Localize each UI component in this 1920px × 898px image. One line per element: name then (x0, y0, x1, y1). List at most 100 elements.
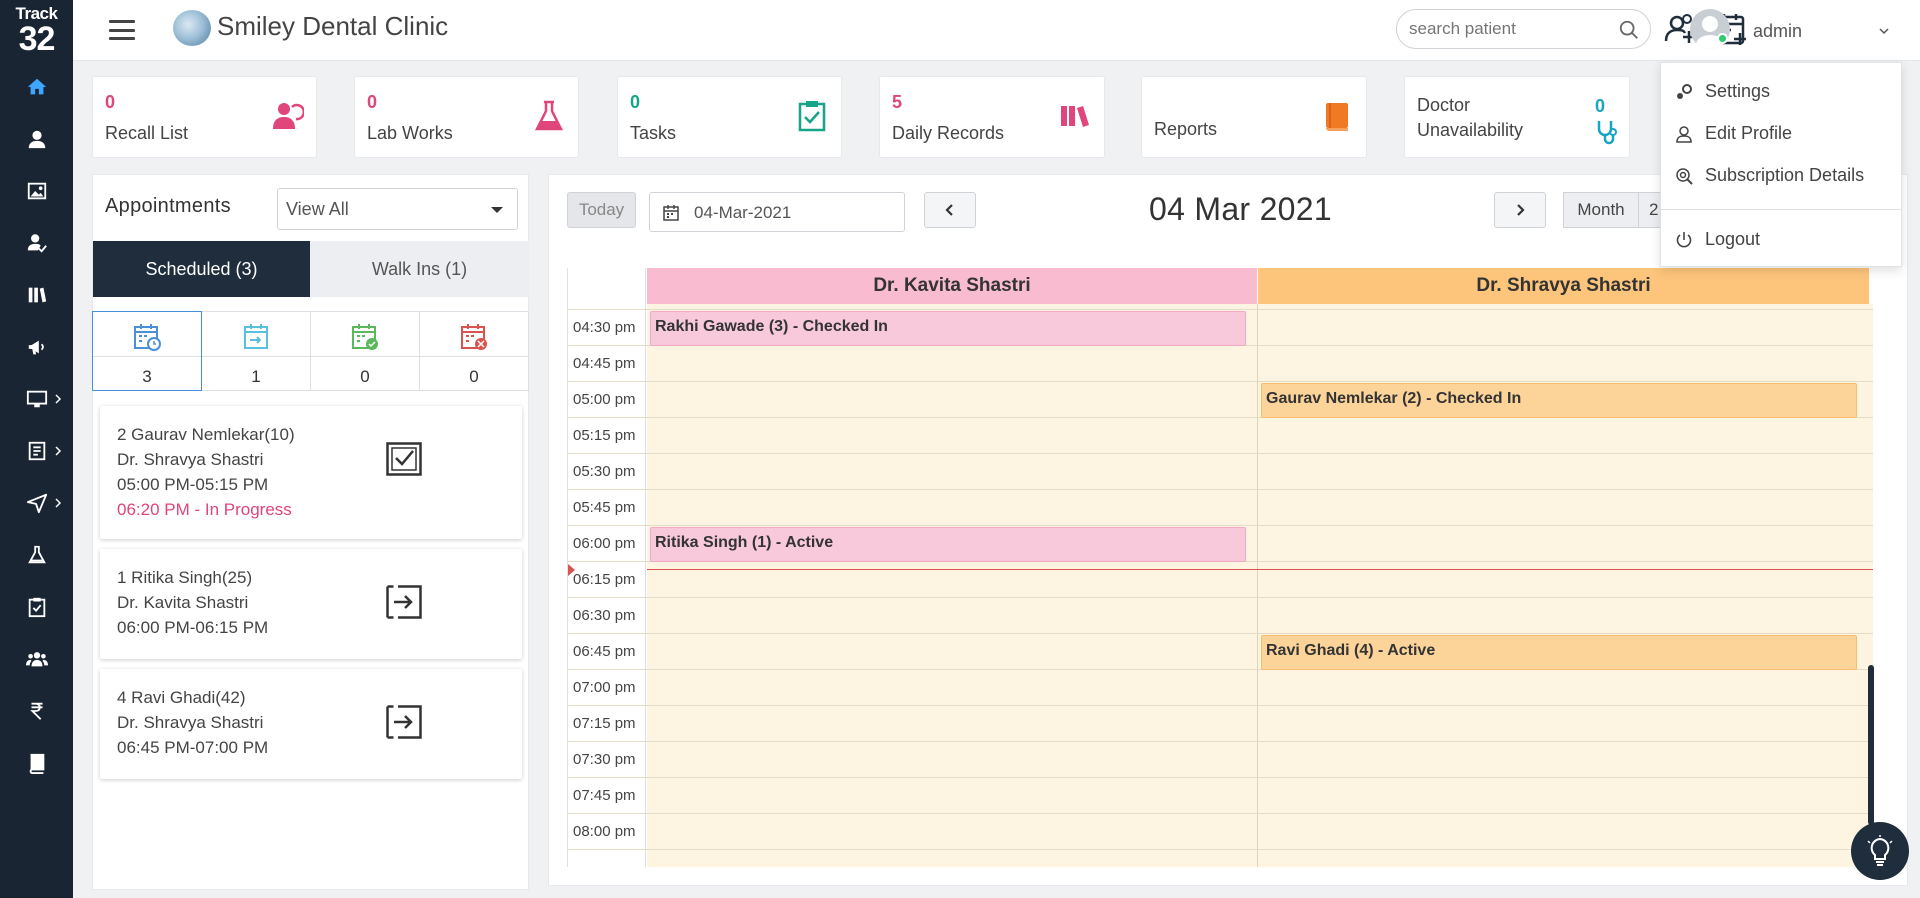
time-slot-label: 08:00 pm (573, 823, 636, 840)
appointment-status: 06:20 PM - In Progress (117, 500, 292, 519)
grid-row-line (568, 309, 1873, 310)
view-other-button[interactable]: 2 (1638, 192, 1662, 228)
stat-scheduled[interactable]: 3 (92, 311, 202, 391)
card-lab-works[interactable]: 0 Lab Works (354, 76, 579, 158)
grid-row-line (568, 849, 1873, 850)
clipboard-check-icon (798, 101, 826, 132)
menu-item-subscription[interactable]: Subscription Details (1676, 165, 1864, 186)
stat-value: 0 (360, 367, 370, 386)
flask-icon (534, 100, 564, 131)
doctor-unavailability-count: 0 (1595, 96, 1606, 116)
gears-icon (1677, 83, 1692, 99)
tab-walk-ins[interactable]: Walk Ins (1) (310, 241, 529, 297)
grid-row-line (568, 777, 1873, 778)
card-label-line1: Doctor (1417, 95, 1471, 115)
home-icon (27, 78, 46, 95)
sidebar-item-home[interactable] (0, 61, 73, 113)
appointment-event[interactable]: Ravi Ghadi (4) - Active (1261, 635, 1857, 670)
appointment-card[interactable]: 4 Ravi Ghadi(42) Dr. Shravya Shastri 06:… (100, 669, 522, 779)
appointment-event[interactable]: Ritika Singh (1) - Active (650, 527, 1246, 562)
card-label: Lab Works (367, 123, 453, 143)
menu-toggle-icon[interactable] (109, 20, 135, 40)
calendar-date-title: 04 Mar 2021 (1149, 191, 1332, 227)
monitor-icon (26, 390, 47, 408)
sidebar-item-marketing[interactable] (0, 321, 73, 373)
card-recall-list[interactable]: 0 Recall List (92, 76, 317, 158)
sidebar-item-lab[interactable] (0, 529, 73, 581)
card-label-line2: Unavailability (1417, 120, 1524, 140)
lightbulb-icon (1867, 835, 1893, 866)
menu-item-logout[interactable]: Logout (1676, 229, 1761, 250)
help-button[interactable] (1851, 822, 1909, 880)
prev-day-button[interactable] (924, 192, 976, 228)
menu-item-edit-profile[interactable]: Edit Profile (1676, 123, 1793, 144)
view-filter-select[interactable]: View All (277, 188, 518, 230)
username[interactable]: admin (1753, 21, 1802, 42)
card-label: Reports (1154, 119, 1218, 139)
column-header-doctor: Dr. Kavita Shastri (647, 268, 1257, 304)
app-logo[interactable]: Track 32 (0, 0, 73, 61)
search-icon[interactable] (1618, 19, 1640, 41)
sidebar-item-doctors[interactable] (0, 217, 73, 269)
chevron-right-icon (55, 446, 62, 456)
library-icon (28, 287, 46, 303)
search-input[interactable] (1409, 19, 1609, 39)
time-slot-label: 07:00 pm (573, 679, 636, 696)
checkbox-icon[interactable] (386, 442, 422, 476)
chevron-down-icon[interactable] (1878, 25, 1890, 37)
calendar-grid: Dr. Kavita Shastri Dr. Shravya Shastri 0… (567, 268, 1873, 867)
next-day-button[interactable] (1494, 192, 1546, 228)
logo-text-bottom: 32 (18, 20, 56, 58)
sidebar-item-billing[interactable] (0, 685, 73, 737)
sidebar-item-tasks[interactable] (0, 581, 73, 633)
card-doctor-unavailability[interactable]: Doctor Unavailability 0 (1404, 76, 1630, 158)
group-icon (25, 652, 48, 667)
view-month-button[interactable]: Month (1563, 192, 1639, 228)
date-value: 04-Mar-2021 (694, 203, 792, 222)
sidebar-item-manual[interactable] (0, 737, 73, 789)
menu-item-settings[interactable]: Settings (1677, 81, 1770, 102)
grid-row-line (568, 705, 1873, 706)
calendar-scrollbar[interactable] (1868, 665, 1874, 825)
today-button[interactable]: Today (567, 192, 636, 228)
time-slot-label: 04:30 pm (573, 319, 636, 336)
sidebar-item-display[interactable] (0, 373, 73, 425)
current-time-line (647, 568, 1873, 571)
menu-divider (1661, 209, 1901, 210)
card-label: Doctor Unavailability (1417, 93, 1523, 143)
doctor-name: Dr. Shravya Shastri (117, 450, 264, 469)
time-slot-label: 04:45 pm (573, 355, 636, 372)
tab-scheduled[interactable]: Scheduled (3) (93, 241, 310, 297)
stat-cancelled[interactable]: 0 (419, 311, 529, 391)
appointment-card[interactable]: 1 Ritika Singh(25) Dr. Kavita Shastri 06… (100, 549, 522, 659)
stat-checked-in[interactable]: 1 (201, 311, 311, 391)
appointments-panel: Appointments View All Scheduled (3) Walk… (92, 174, 529, 890)
appointment-event[interactable]: Gaurav Nemlekar (2) - Checked In (1261, 383, 1857, 418)
sidebar-item-staff[interactable] (0, 633, 73, 685)
check-in-icon[interactable] (386, 705, 422, 739)
menu-item-label: Logout (1705, 229, 1761, 249)
appointment-card[interactable]: 2 Gaurav Nemlekar(10) Dr. Shravya Shastr… (100, 406, 522, 539)
grid-row-line (568, 489, 1873, 490)
menu-item-label: Edit Profile (1705, 123, 1793, 143)
sidebar-item-library[interactable] (0, 269, 73, 321)
patient-search[interactable] (1396, 9, 1651, 49)
stat-completed[interactable]: 0 (310, 311, 420, 391)
report-book-icon (1326, 103, 1348, 131)
date-picker-input[interactable]: 04-Mar-2021 (649, 192, 905, 232)
user-menu-dropdown: Settings Edit Profile Subscription Detai… (1660, 62, 1902, 267)
column-divider (1257, 304, 1258, 867)
appointment-event[interactable]: Rakhi Gawade (3) - Checked In (650, 311, 1246, 346)
appointment-time: 05:00 PM-05:15 PM (117, 475, 269, 494)
sidebar-item-documents[interactable] (0, 425, 73, 477)
appointment-time: 06:45 PM-07:00 PM (117, 738, 269, 757)
sidebar-item-images[interactable] (0, 165, 73, 217)
calendar-clock-icon (134, 324, 161, 351)
sidebar-item-patients[interactable] (0, 113, 73, 165)
card-reports[interactable]: Reports (1141, 76, 1367, 158)
card-tasks[interactable]: 0 Tasks (617, 76, 842, 158)
sidebar-item-messages[interactable] (0, 477, 73, 529)
card-daily-records[interactable]: 5 Daily Records (879, 76, 1105, 158)
calendar-panel: Today 04-Mar-2021 04 Mar 2021 Month 2 Dr… (548, 174, 1908, 886)
check-in-icon[interactable] (386, 585, 422, 619)
